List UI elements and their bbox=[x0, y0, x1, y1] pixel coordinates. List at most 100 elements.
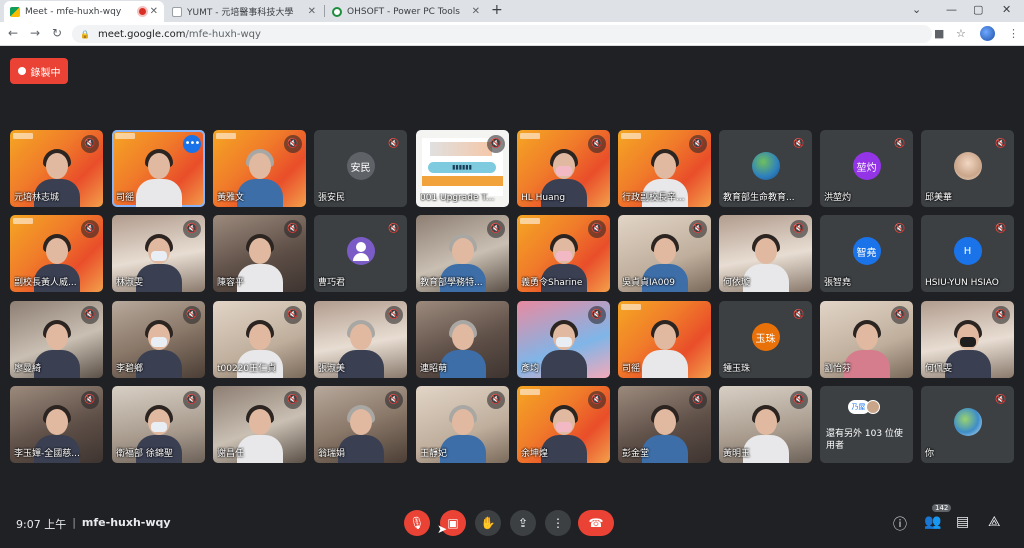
participant-tile[interactable]: 🔇 何佩雯 bbox=[921, 301, 1014, 378]
participant-name: t00220王仁貞 bbox=[217, 364, 277, 374]
participant-tile[interactable]: H 🔇 HSIU-YUN HSIAO bbox=[921, 215, 1014, 292]
mic-off-icon: 🔇 bbox=[588, 391, 606, 409]
participant-tile[interactable]: 🔇 陳容平 bbox=[213, 215, 306, 292]
participant-tile[interactable]: ••• 司徭 bbox=[112, 130, 205, 207]
participant-tile[interactable]: 🔇 t00220王仁貞 bbox=[213, 301, 306, 378]
participant-tile[interactable]: 玉珠 🔇 鍾玉珠 bbox=[719, 301, 812, 378]
hand-icon: ✋ bbox=[480, 516, 496, 530]
mic-off-icon: 🔇 bbox=[487, 391, 505, 409]
close-tab-icon[interactable]: ✕ bbox=[150, 6, 158, 17]
mic-off-icon: 🔇 bbox=[81, 391, 99, 409]
participant-name: 義勇令Sharine bbox=[521, 278, 583, 288]
participant-tile[interactable]: 🔇 HL Huang bbox=[517, 130, 610, 207]
participant-name: 翁瑞娟 bbox=[318, 449, 346, 459]
more-options-button[interactable]: ⋮ bbox=[545, 510, 571, 536]
tab-meet[interactable]: Meet - mfe-huxh-wqy ✕ bbox=[4, 1, 164, 22]
more-participants-label: 還有另外 103 位使用者 bbox=[826, 429, 903, 451]
participant-tile[interactable]: 🔇 你 bbox=[921, 386, 1014, 463]
participant-tile[interactable]: 🔇 李玉嬋-全國慈... bbox=[10, 386, 103, 463]
participant-tile[interactable]: 🔇 王靜妃 bbox=[416, 386, 509, 463]
mic-toggle-button[interactable]: 🎙 bbox=[404, 510, 430, 536]
participant-name: 邱美華 bbox=[925, 193, 953, 203]
avatar bbox=[346, 237, 375, 265]
participant-tile[interactable]: 🔇 衛福部 徐錦聖 bbox=[112, 386, 205, 463]
participant-tile[interactable]: 🔇 李碧鄉 bbox=[112, 301, 205, 378]
participant-tile[interactable]: 堃灼 🔇 洪堃灼 bbox=[820, 130, 913, 207]
close-tab-icon[interactable]: ✕ bbox=[472, 6, 480, 17]
participant-name: 教育部生命教育... bbox=[723, 193, 795, 203]
participant-name: 余坤煌 bbox=[521, 449, 549, 459]
participant-tile[interactable]: 🔇 副校長黃人威... bbox=[10, 215, 103, 292]
participant-tile[interactable]: 🔇 行政副校長辛... bbox=[618, 130, 711, 207]
reload-icon[interactable]: ↻ bbox=[52, 26, 62, 40]
participant-tile[interactable]: 乃屋 還有另外 103 位使用者 bbox=[820, 386, 913, 463]
people-icon[interactable]: 👥 bbox=[924, 514, 941, 530]
mic-off-icon: 🔇 bbox=[487, 220, 505, 238]
mic-off-icon: 🔇 bbox=[284, 220, 302, 238]
virtual-background-banner bbox=[13, 218, 33, 224]
activities-icon[interactable]: ⟁ bbox=[988, 514, 1001, 530]
participant-tile[interactable]: ▮▮▮▮▮▮ 🔇 001 Upgrade T... bbox=[416, 130, 509, 207]
camera-in-use-icon[interactable]: ■ bbox=[934, 27, 944, 40]
present-button[interactable]: ⇪ bbox=[510, 510, 536, 536]
participant-tile[interactable]: 🔇 黃雅文 bbox=[213, 130, 306, 207]
participant-tile[interactable]: 🔇 邱美華 bbox=[921, 130, 1014, 207]
participant-tile[interactable]: 司徭 bbox=[618, 301, 711, 378]
participant-name: HSIU-YUN HSIAO bbox=[925, 278, 999, 288]
virtual-background-banner bbox=[621, 304, 641, 310]
participant-tile[interactable]: 🔇 林淑雯 bbox=[112, 215, 205, 292]
participant-tile[interactable]: 🔇 廖曼綺 bbox=[10, 301, 103, 378]
participant-name: 李碧鄉 bbox=[116, 364, 144, 374]
url-path: /mfe-huxh-wqy bbox=[185, 28, 261, 40]
raise-hand-button[interactable]: ✋ bbox=[475, 510, 501, 536]
mic-off-icon: 🔇 bbox=[183, 391, 201, 409]
browser-menu-icon[interactable]: ⋮ bbox=[1008, 27, 1019, 40]
participant-name: 元培林志城 bbox=[14, 193, 60, 203]
tile-options-icon[interactable]: ••• bbox=[183, 135, 201, 153]
chat-icon[interactable]: ▤ bbox=[956, 514, 969, 530]
tab-yumt[interactable]: YUMT - 元培醫事科技大學 ✕ bbox=[166, 1, 322, 22]
participant-tile[interactable]: 🔇 張淑美 bbox=[314, 301, 407, 378]
participant-tile[interactable]: 🔇 彥均 bbox=[517, 301, 610, 378]
participant-tile[interactable]: 🔇 吳貞貞IA009 bbox=[618, 215, 711, 292]
participant-tile[interactable]: 🔇 教育部生命教育... bbox=[719, 130, 812, 207]
meeting-details-icon[interactable]: ⓘ bbox=[893, 514, 907, 534]
participant-tile[interactable]: 🔇 教育部學務特... bbox=[416, 215, 509, 292]
participant-tile[interactable]: 🔇 翁瑞娟 bbox=[314, 386, 407, 463]
back-icon[interactable]: ← bbox=[8, 26, 18, 40]
participant-tile[interactable]: 智堯 🔇 張智堯 bbox=[820, 215, 913, 292]
mic-off-icon: 🔇 bbox=[992, 306, 1010, 324]
participant-tile[interactable]: 🔇 余坤煌 bbox=[517, 386, 610, 463]
participant-tile[interactable]: 🔇 義勇令Sharine bbox=[517, 215, 610, 292]
participant-name: 鍾玉珠 bbox=[723, 364, 751, 374]
participant-tile[interactable]: 🔇 曹巧君 bbox=[314, 215, 407, 292]
participant-tile[interactable]: 🔇 劉怡芬 bbox=[820, 301, 913, 378]
participant-name: 行政副校長辛... bbox=[622, 193, 685, 203]
meet-favicon-icon bbox=[10, 6, 20, 17]
participant-tile[interactable]: 🔇 何依璇 bbox=[719, 215, 812, 292]
mic-off-icon: 🔇 bbox=[385, 306, 403, 324]
tab-search-icon[interactable]: ⌄ bbox=[912, 3, 921, 16]
url-field[interactable]: 🔒 meet.google.com/mfe-huxh-wqy bbox=[72, 25, 932, 43]
participant-tile[interactable]: 🔇 黃明玉 bbox=[719, 386, 812, 463]
participant-tile[interactable]: 🔇 謝昌任 bbox=[213, 386, 306, 463]
leave-call-button[interactable]: ☎ bbox=[578, 510, 614, 536]
forward-icon[interactable]: → bbox=[30, 26, 40, 40]
close-tab-icon[interactable]: ✕ bbox=[308, 6, 316, 17]
avatar: 堃灼 bbox=[852, 152, 881, 180]
participant-tile[interactable]: 安民 🔇 張安民 bbox=[314, 130, 407, 207]
maximize-icon[interactable]: ▢ bbox=[973, 3, 983, 16]
participant-tile[interactable]: 🔇 元培林志城 bbox=[10, 130, 103, 207]
participant-tile[interactable]: 🔇 彭金堂 bbox=[618, 386, 711, 463]
participant-name: 曹巧君 bbox=[318, 278, 346, 288]
close-window-icon[interactable]: ✕ bbox=[1002, 3, 1011, 16]
participant-tile[interactable]: 連昭萌 bbox=[416, 301, 509, 378]
participant-name: 吳貞貞IA009 bbox=[622, 278, 675, 288]
bookmark-star-icon[interactable]: ☆ bbox=[956, 27, 966, 40]
minimize-icon[interactable]: — bbox=[946, 3, 957, 16]
new-tab-icon[interactable]: + bbox=[491, 2, 503, 18]
profile-avatar-icon[interactable] bbox=[980, 26, 995, 41]
participant-name: 林淑雯 bbox=[116, 278, 144, 288]
tab-ohsoft[interactable]: OHSOFT - Power PC Tools ✕ bbox=[326, 1, 486, 22]
recording-button[interactable]: 錄製中 bbox=[10, 58, 68, 84]
